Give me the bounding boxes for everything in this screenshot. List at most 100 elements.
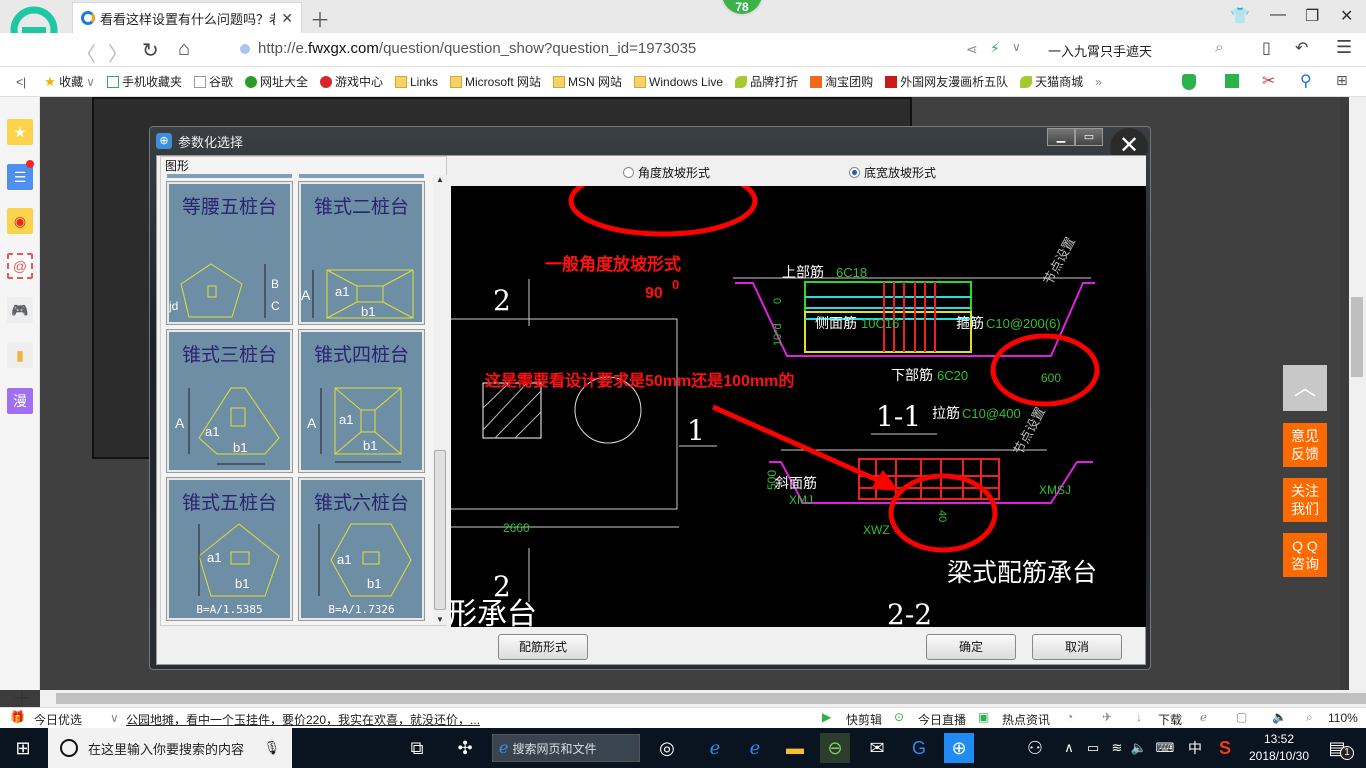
- undo-icon[interactable]: ↶: [1295, 38, 1308, 58]
- sidebar-toggle-icon[interactable]: <|: [16, 75, 26, 89]
- radio-angle-slope[interactable]: 角度放坡形式: [623, 164, 710, 181]
- bookmark-item[interactable]: Links: [395, 75, 438, 89]
- shape-list-scrollbar[interactable]: ▲ ▼: [433, 175, 447, 625]
- file-explorer-icon[interactable]: ▬: [780, 733, 810, 763]
- download-button[interactable]: 下载: [1158, 711, 1182, 728]
- start-button[interactable]: ⊞: [8, 733, 38, 763]
- accelerate-icon[interactable]: ◔: [1066, 710, 1073, 724]
- back-to-top-button[interactable]: ︿: [1283, 365, 1327, 411]
- keyboard-icon[interactable]: ⌨: [1150, 733, 1180, 763]
- app-icon[interactable]: ◎: [652, 733, 682, 763]
- ie-icon[interactable]: ℯ: [740, 733, 770, 763]
- more-bookmarks-button[interactable]: »: [1095, 75, 1102, 89]
- new-tab-button[interactable]: ＋: [310, 4, 330, 33]
- page-vertical-scrollbar[interactable]: [1349, 97, 1366, 690]
- menu-icon[interactable]: ☰: [1336, 37, 1352, 58]
- radio-circle[interactable]: [623, 167, 634, 178]
- rebar-form-button[interactable]: 配筋形式: [498, 634, 588, 660]
- scissors-icon[interactable]: ✂: [1262, 71, 1275, 91]
- bookmark-item[interactable]: 外国网友漫画析五队: [885, 73, 1008, 90]
- taskbar-search[interactable]: 在这里输入你要搜索的内容 🎙: [48, 728, 292, 768]
- ok-button[interactable]: 确定: [926, 634, 1016, 660]
- feedback-button[interactable]: 意见 反馈: [1283, 423, 1327, 467]
- window-icon[interactable]: ▢: [1236, 710, 1247, 724]
- hot-news-button[interactable]: 热点资讯: [1002, 711, 1050, 728]
- qq-consult-button[interactable]: Q Q 咨询: [1283, 533, 1327, 577]
- bookmark-item[interactable]: 品牌打折: [735, 73, 798, 90]
- radio-circle[interactable]: [849, 167, 860, 178]
- shape-option[interactable]: 锥式三桩台 Aa1 b1 B: [166, 329, 293, 473]
- page-horizontal-scrollbar[interactable]: [40, 690, 1366, 707]
- bookmark-item[interactable]: Microsoft 网站: [450, 73, 541, 90]
- bookmark-item[interactable]: 淘宝团购: [810, 73, 873, 90]
- minimize-button[interactable]: —: [1270, 6, 1286, 24]
- bookmark-item[interactable]: 游戏中心: [319, 73, 383, 90]
- book-icon[interactable]: ▮: [7, 342, 33, 368]
- refresh-button[interactable]: ↻: [142, 38, 159, 63]
- comic-icon[interactable]: 漫: [7, 388, 33, 414]
- ime-indicator[interactable]: 中: [1180, 733, 1210, 763]
- back-button[interactable]: 〈: [76, 38, 96, 67]
- url-bar[interactable]: http://e. fwxgx.com/question/question_sho…: [240, 40, 696, 57]
- key-icon[interactable]: ⚲: [1300, 71, 1312, 91]
- close-window-button[interactable]: ✕: [1340, 6, 1353, 26]
- shield-icon[interactable]: [1182, 74, 1196, 90]
- bookmark-item[interactable]: Windows Live: [634, 75, 723, 89]
- task-view-icon[interactable]: ⧉: [402, 733, 432, 763]
- scrollbar-thumb[interactable]: [434, 450, 446, 610]
- favorites-icon[interactable]: ★: [7, 119, 33, 145]
- today-pick-link[interactable]: 今日优选: [34, 711, 82, 728]
- ie-mode-icon[interactable]: ℯ: [1200, 710, 1207, 724]
- restore-button[interactable]: ❐: [1305, 6, 1319, 26]
- clock[interactable]: 13:52 2018/10/30: [1244, 731, 1314, 765]
- browser-taskbar-icon[interactable]: ⊖: [820, 733, 850, 763]
- bookmark-item[interactable]: 手机收藏夹: [106, 73, 182, 90]
- pinwheel-icon[interactable]: ✣: [450, 733, 480, 763]
- microphone-icon[interactable]: 🎙: [263, 740, 280, 756]
- share-icon[interactable]: ⋖: [966, 41, 978, 58]
- rocket-icon[interactable]: ✈: [1102, 710, 1112, 724]
- close-tab-icon[interactable]: ✕: [281, 10, 293, 27]
- shape-option[interactable]: 锥式五桩台 a1 b1 B=A/1.5385: [166, 477, 293, 621]
- quick-edit-button[interactable]: 快剪辑: [846, 711, 882, 728]
- live-button[interactable]: 今日直播: [918, 711, 966, 728]
- home-button[interactable]: ⌂: [178, 38, 190, 61]
- news-ticker-link[interactable]: 公园地摊，看中一个玉挂件，要价220，我实在欢喜，就没还价，...: [126, 711, 480, 728]
- shape-option[interactable]: 锥式六桩台 a1 b1 B=A/1.7326: [298, 477, 425, 621]
- weibo-icon[interactable]: ◉: [7, 208, 33, 234]
- cancel-button[interactable]: 取消: [1032, 634, 1122, 660]
- people-icon[interactable]: ⚇: [1020, 733, 1050, 763]
- forward-button[interactable]: 〉: [108, 38, 128, 67]
- scroll-down-icon[interactable]: ▼: [436, 615, 444, 624]
- bookmark-item[interactable]: ★ 收藏 ∨: [44, 73, 95, 90]
- web-search-box[interactable]: ℯ 搜索网页和文件: [492, 734, 640, 762]
- translate-icon[interactable]: [1225, 74, 1239, 88]
- chevron-down-icon[interactable]: ∨: [1012, 40, 1021, 54]
- zoom-level[interactable]: 110%: [1328, 711, 1358, 725]
- shape-option[interactable]: 等腰五桩台 BCDjd: [166, 181, 293, 325]
- speed-mode-icon[interactable]: ⚡: [990, 40, 1000, 57]
- browser-tab[interactable]: 看看这样设置有什么问题吗？老师 ✕: [72, 2, 302, 33]
- scrollbar-thumb[interactable]: [56, 693, 1366, 704]
- skin-icon[interactable]: 👕: [1230, 6, 1250, 26]
- mail-icon[interactable]: @: [7, 253, 33, 279]
- app-g-icon[interactable]: G: [904, 733, 934, 763]
- radio-width-slope[interactable]: 底宽放坡形式: [849, 164, 936, 181]
- volume-icon[interactable]: 🔈: [1272, 710, 1287, 724]
- shape-option[interactable]: 锥式二桩台 Aa1b1B: [298, 181, 425, 325]
- gamepad-icon[interactable]: 🎮: [7, 297, 33, 323]
- sogou-icon[interactable]: S: [1210, 733, 1240, 763]
- follow-us-button[interactable]: 关注 我们: [1283, 478, 1327, 522]
- shape-option[interactable]: 锥式四桩台 Aa1 b1 A: [298, 329, 425, 473]
- mobile-icon[interactable]: ▯: [1262, 38, 1271, 58]
- app-plus-icon[interactable]: ⊕: [944, 733, 974, 763]
- edge-icon[interactable]: ℯ: [700, 733, 730, 763]
- dialog-minimize-button[interactable]: ▁: [1047, 128, 1075, 146]
- search-input[interactable]: 一入九霄只手遮天: [1048, 41, 1152, 60]
- bookmark-item[interactable]: 天猫商城: [1020, 73, 1083, 90]
- dialog-maximize-button[interactable]: ▭: [1075, 128, 1103, 146]
- search-icon[interactable]: ⌕: [1215, 39, 1223, 56]
- mail-icon[interactable]: ✉: [862, 733, 892, 763]
- bookmark-item[interactable]: 谷歌: [193, 73, 233, 90]
- bookmark-item[interactable]: MSN 网站: [553, 73, 622, 90]
